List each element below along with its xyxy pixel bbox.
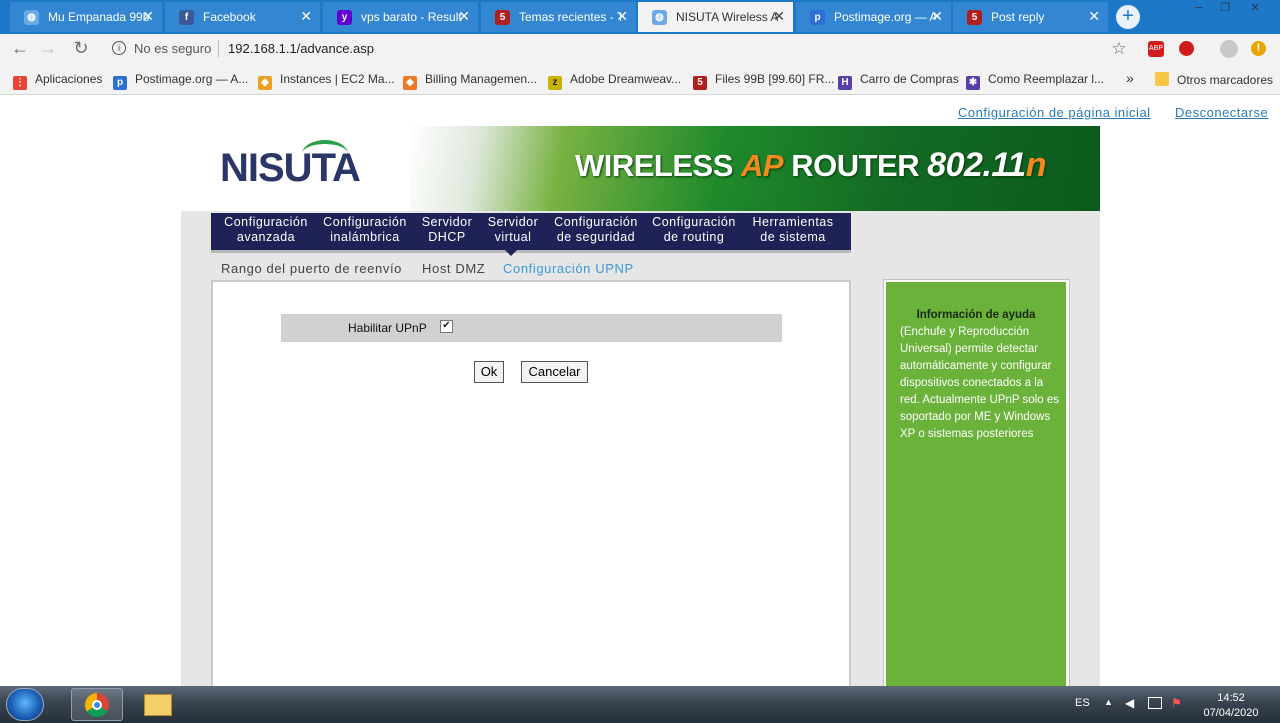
- bookmark-dreamweaver[interactable]: z Adobe Dreamweav...: [548, 72, 681, 90]
- close-tab-icon[interactable]: ✕: [142, 8, 154, 24]
- close-tab-icon[interactable]: ✕: [616, 8, 628, 24]
- address-toolbar: ← → ↻ i No es seguro 192.168.1.1/advance…: [0, 34, 1280, 64]
- ok-button[interactable]: Ok: [474, 361, 504, 383]
- submenu-config-upnp[interactable]: Configuración UPNP: [503, 261, 634, 276]
- upnp-checkbox[interactable]: ✔: [440, 320, 453, 333]
- tab-postimage[interactable]: p Postimage.org — A ✕: [796, 2, 951, 32]
- close-window-button[interactable]: ✕: [1240, 0, 1270, 16]
- star-icon[interactable]: ☆: [1108, 39, 1130, 59]
- bookmark-apps[interactable]: ⋮ Aplicaciones: [13, 72, 102, 90]
- bookmark-carro[interactable]: H Carro de Compras: [838, 72, 959, 90]
- url-separator: [218, 40, 219, 57]
- folder-icon: [144, 694, 172, 716]
- tray-arrow-icon[interactable]: ▲: [1104, 697, 1113, 707]
- extension-icon[interactable]: [1179, 41, 1194, 56]
- folder-icon: [1155, 72, 1169, 86]
- tab-nisuta[interactable]: ◍ NISUTA Wireless A ✕: [638, 2, 793, 32]
- globe-icon: ◍: [24, 10, 39, 25]
- product-title: WIRELESS AP ROUTER 802.11n: [575, 146, 1046, 184]
- taskbar-clock[interactable]: 14:52 07/04/2020: [1196, 691, 1266, 721]
- tab-vps-barato[interactable]: y vps barato - Result ✕: [323, 2, 478, 32]
- bookmark-billing[interactable]: ◆ Billing Managemen...: [403, 72, 537, 90]
- tab-post-reply[interactable]: 5 Post reply ✕: [953, 2, 1108, 32]
- close-tab-icon[interactable]: ✕: [931, 8, 943, 24]
- bookmarks-bar: ⋮ Aplicaciones p Postimage.org — A... ◆ Ins…: [0, 64, 1280, 95]
- forum-icon: 5: [967, 10, 982, 25]
- menu-caret-icon: [505, 250, 517, 256]
- postimage-icon: p: [113, 76, 127, 90]
- chrome-center: [92, 700, 102, 710]
- bookmark-como-reemplazar[interactable]: ✱ Como Reemplazar l...: [966, 72, 1104, 90]
- volume-icon[interactable]: ◀: [1125, 696, 1134, 710]
- upnp-label: Habilitar UPnP: [348, 321, 427, 335]
- submenu-port-range[interactable]: Rango del puerto de reenvío: [221, 261, 402, 276]
- tab-temas-recientes[interactable]: 5 Temas recientes - T ✕: [481, 2, 636, 32]
- tab-facebook[interactable]: f Facebook ✕: [165, 2, 320, 32]
- close-tab-icon[interactable]: ✕: [773, 8, 785, 24]
- apps-grid-icon: ⋮: [13, 76, 27, 90]
- bookmark-ec2[interactable]: ◆ Instances | EC2 Ma...: [258, 72, 395, 90]
- cart-icon: H: [838, 76, 852, 90]
- menu-herramientas-sistema[interactable]: Herramientas de sistema: [745, 215, 841, 245]
- billing-cube-icon: ◆: [403, 76, 417, 90]
- network-icon[interactable]: [1148, 697, 1162, 709]
- help-panel: Información de ayuda (Enchufe y Reproduc…: [886, 282, 1066, 687]
- taskbar-chrome[interactable]: [71, 688, 123, 721]
- info-icon[interactable]: i: [112, 41, 126, 55]
- menu-config-avanzada[interactable]: Configuración avanzada: [219, 215, 313, 245]
- logout-link[interactable]: Desconectarse: [1175, 105, 1268, 120]
- back-arrow-icon[interactable]: ←: [9, 38, 31, 59]
- other-bookmarks[interactable]: Otros marcadores: [1155, 72, 1273, 87]
- menu-config-inalambrica[interactable]: Configuración inalámbrica: [318, 215, 412, 245]
- tab-strip: ◍ Mu Empanada 99b ✕ f Facebook ✕ y vps b…: [0, 0, 1280, 34]
- adblock-icon[interactable]: ABP: [1148, 41, 1164, 57]
- facebook-icon: f: [179, 10, 194, 25]
- globe-icon: ◍: [652, 10, 667, 25]
- help-title: Información de ayuda: [916, 309, 1036, 321]
- new-tab-button[interactable]: +: [1116, 5, 1140, 29]
- url-field[interactable]: 192.168.1.1/advance.asp: [228, 41, 374, 56]
- reload-icon[interactable]: ↻: [70, 38, 92, 59]
- menu-config-seguridad[interactable]: Configuración de seguridad: [548, 215, 644, 245]
- submenu-host-dmz[interactable]: Host DMZ: [422, 261, 485, 276]
- logo-arc-icon: [302, 140, 348, 168]
- aws-cube-icon: ◆: [258, 76, 272, 90]
- bookmark-files[interactable]: 5 Files 99B [99.60] FR...: [693, 72, 834, 90]
- profile-avatar[interactable]: [1220, 40, 1238, 58]
- close-tab-icon[interactable]: ✕: [458, 8, 470, 24]
- dreamweaver-icon: z: [548, 76, 562, 90]
- start-button[interactable]: [6, 688, 44, 721]
- restore-button[interactable]: ❐: [1210, 0, 1240, 16]
- upnp-row: Habilitar UPnP ✔: [281, 314, 782, 342]
- yahoo-icon: y: [337, 10, 352, 25]
- close-tab-icon[interactable]: ✕: [300, 8, 312, 24]
- menu-config-routing[interactable]: Configuración de routing: [647, 215, 741, 245]
- forum-icon: 5: [693, 76, 707, 90]
- taskbar-explorer[interactable]: [131, 688, 183, 721]
- cancel-button[interactable]: Cancelar: [521, 361, 588, 383]
- bookmarks-overflow-button[interactable]: »: [1126, 70, 1134, 86]
- menu-servidor-dhcp[interactable]: Servidor DHCP: [415, 215, 479, 245]
- close-tab-icon[interactable]: ✕: [1088, 8, 1100, 24]
- forum-icon: 5: [495, 10, 510, 25]
- home-config-link[interactable]: Configuración de página inicial: [958, 105, 1151, 120]
- tab-mu-empanada[interactable]: ◍ Mu Empanada 99b ✕: [10, 2, 162, 32]
- security-label[interactable]: No es seguro: [134, 41, 211, 56]
- language-indicator[interactable]: ES: [1075, 697, 1090, 709]
- gear-icon: ✱: [966, 76, 980, 90]
- alert-icon[interactable]: !: [1251, 41, 1266, 56]
- main-menu: Configuración avanzada Configuración inalá…: [211, 213, 851, 250]
- menu-servidor-virtual[interactable]: Servidor virtual: [481, 215, 545, 245]
- forward-arrow-icon[interactable]: →: [37, 38, 59, 59]
- bookmark-postimage[interactable]: p Postimage.org — A...: [113, 72, 248, 90]
- menu-underline: [211, 250, 851, 253]
- help-body: (Enchufe y Reproducción Universal) permi…: [900, 326, 1059, 440]
- router-banner: NISUTA WIRELESS AP ROUTER 802.11n: [210, 126, 1100, 211]
- postimage-icon: p: [810, 10, 825, 25]
- action-center-icon[interactable]: ⚑: [1171, 696, 1182, 710]
